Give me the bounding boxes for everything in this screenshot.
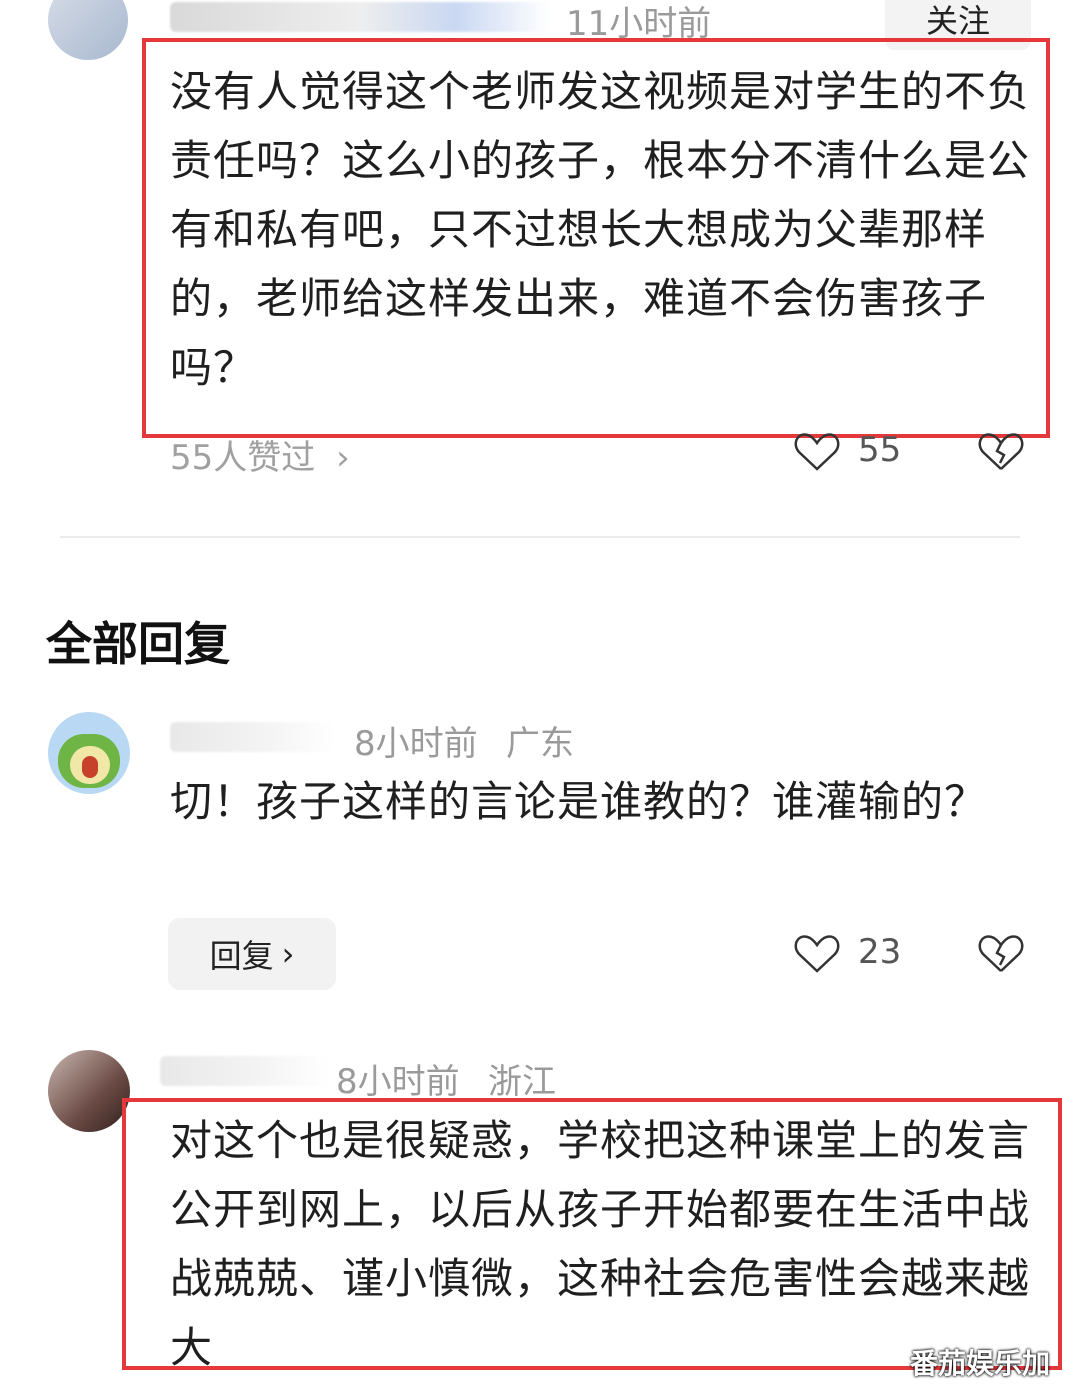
username-blurred — [170, 2, 550, 32]
watermark: 番茄娱乐加 — [910, 1347, 1051, 1380]
dislike-broken-heart-icon[interactable] — [978, 432, 1024, 472]
reply-button[interactable]: 回复 › — [168, 918, 336, 990]
username-blurred — [170, 722, 335, 752]
avatar[interactable] — [48, 0, 128, 60]
comment-text: 没有人觉得这个老师发这视频是对学生的不负责任吗？这么小的孩子，根本分不清什么是公… — [170, 67, 1031, 392]
reply-text: 对这个也是很疑惑，学校把这种课堂上的发言公开到网上，以后从孩子开始都要在生活中战… — [170, 1116, 1031, 1366]
reply-location: 浙江 — [488, 1062, 556, 1102]
reply-time: 8小时前 — [336, 1062, 460, 1102]
like-heart-icon[interactable] — [794, 934, 840, 974]
dislike-broken-heart-icon[interactable] — [978, 934, 1024, 974]
divider — [60, 536, 1020, 538]
liked-by-link[interactable]: 55人赞过 › — [170, 430, 350, 479]
like-count: 55 — [858, 430, 902, 470]
chevron-right-icon: › — [336, 438, 350, 478]
username-blurred — [160, 1056, 330, 1086]
avatar[interactable] — [48, 1050, 130, 1132]
chevron-right-icon: › — [281, 935, 295, 973]
avatar[interactable] — [48, 712, 130, 794]
reply-label: 回复 — [209, 937, 274, 975]
reply-text: 切！孩子这样的言论是谁教的？谁灌输的？ — [170, 777, 988, 826]
like-heart-icon[interactable] — [794, 432, 840, 472]
liked-by-label: 55人赞过 — [170, 438, 316, 478]
reply-text-clip: 对这个也是很疑惑，学校把这种课堂上的发言公开到网上，以后从孩子开始都要在生活中战… — [126, 1102, 1058, 1366]
reply-location: 广东 — [506, 724, 574, 764]
like-count: 23 — [858, 932, 902, 972]
section-title: 全部回复 — [46, 617, 230, 671]
reply-time: 8小时前 — [354, 724, 478, 764]
